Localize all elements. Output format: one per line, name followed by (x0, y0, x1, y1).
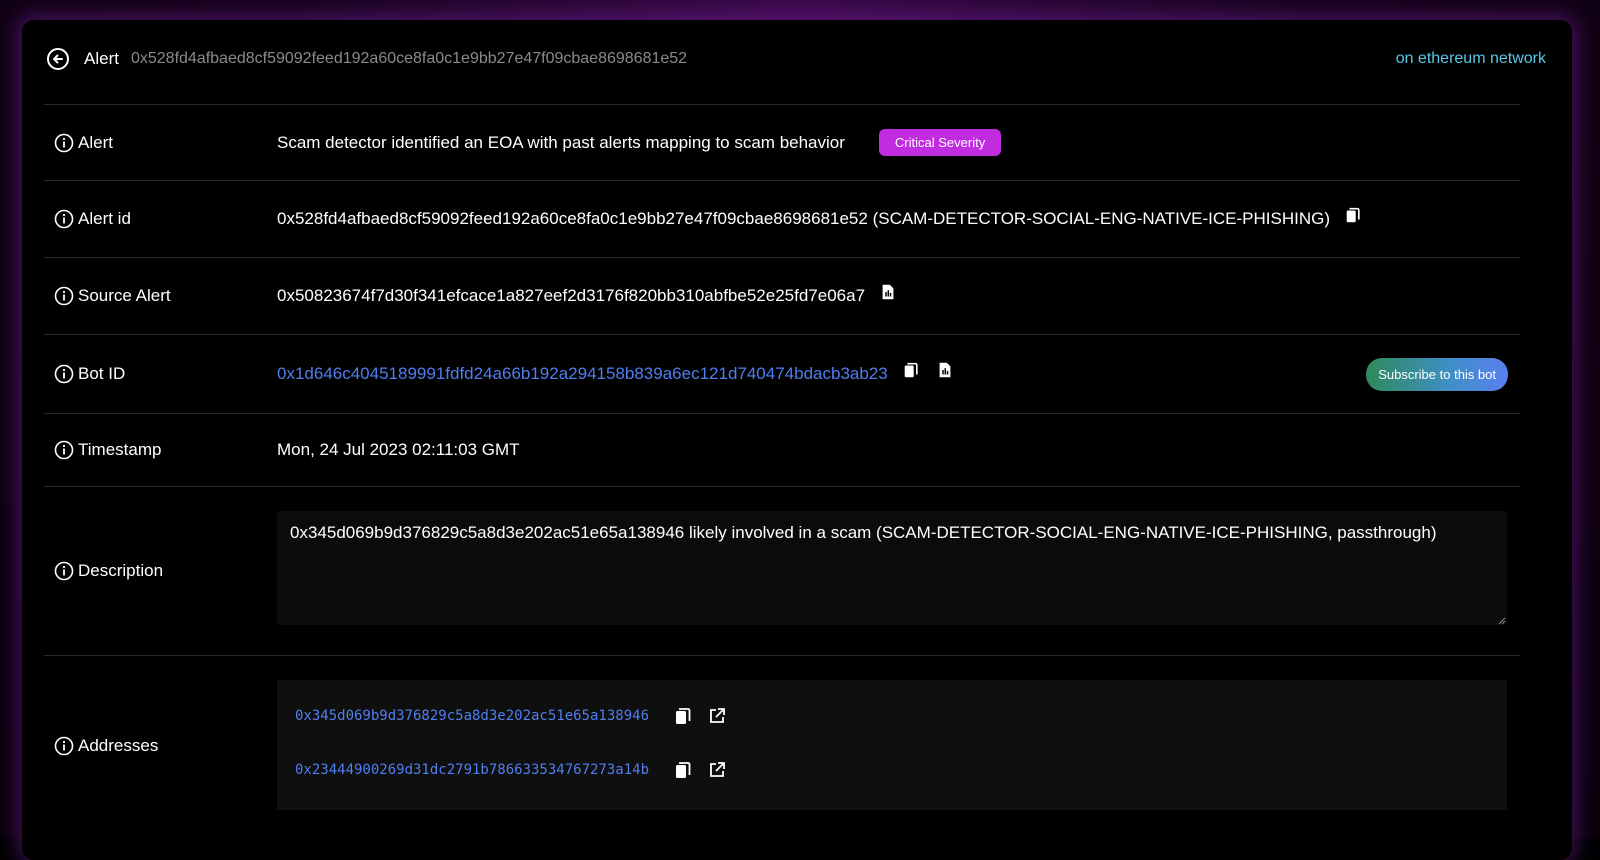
header-title: Alert (84, 49, 119, 68)
info-icon (54, 736, 74, 756)
source-alert-value: 0x50823674f7d30f341efcace1a827eef2d3176f… (277, 286, 866, 305)
row-value-alert: Scam detector identified an EOA with pas… (277, 129, 1002, 156)
description-textarea[interactable]: 0x345d069b9d376829c5a8d3e202ac51e65a1389… (277, 511, 1507, 625)
label-text: Description (78, 561, 164, 580)
info-icon (54, 440, 74, 460)
alert-details-table: Alert Scam detector identified an EOA wi… (44, 104, 1520, 846)
info-icon (54, 133, 74, 152)
alert-id-value: 0x528fd4afbaed8cf59092feed192a60ce8fa0c1… (277, 209, 1331, 228)
row-description: Description 0x345d069b9d376829c5a8d3e202… (44, 486, 1520, 655)
info-icon (54, 561, 74, 581)
copy-icon[interactable] (902, 361, 920, 379)
info-icon (54, 209, 74, 229)
label-text: Addresses (78, 736, 159, 755)
row-addresses: Addresses 0x345d069b9d376829c5a8d3e202ac… (44, 655, 1520, 846)
label-text: Source Alert (78, 286, 171, 305)
header-alert-hash: 0x528fd4afbaed8cf59092feed192a60ce8fa0c1… (130, 50, 688, 67)
list-item: 0x345d069b9d376829c5a8d3e202ac51e65a1389… (295, 706, 727, 726)
row-alert: Alert Scam detector identified an EOA wi… (44, 104, 1520, 180)
subscribe-button[interactable]: Subscribe to this bot (1366, 357, 1508, 391)
alert-name: Scam detector identified an EOA with pas… (277, 132, 845, 152)
external-link-icon[interactable] (707, 760, 727, 780)
timestamp-value: Mon, 24 Jul 2023 02:11:03 GMT (277, 440, 520, 459)
address-link[interactable]: 0x345d069b9d376829c5a8d3e202ac51e65a1389… (295, 708, 649, 724)
address-link[interactable]: 0x23444900269d31dc2791b786633534767273a1… (295, 762, 649, 778)
row-label-description: Description (54, 561, 163, 581)
row-value-alert-id: 0x528fd4afbaed8cf59092feed192a60ce8fa0c1… (277, 206, 1362, 229)
back-arrow-icon[interactable] (46, 47, 70, 71)
row-value-bot-id: 0x1d646c4045189991fdfd24a66b192a294158b8… (277, 361, 954, 384)
row-bot-id: Bot ID 0x1d646c4045189991fdfd24a66b192a2… (44, 334, 1520, 413)
report-icon[interactable] (879, 283, 897, 301)
label-text: Bot ID (78, 364, 126, 383)
label-text: Alert (78, 132, 113, 152)
network-label: on ethereum network (1395, 50, 1546, 67)
external-link-icon[interactable] (707, 706, 727, 726)
row-label-bot-id: Bot ID (54, 364, 125, 384)
resize-grip-icon[interactable] (1496, 615, 1506, 625)
report-icon[interactable] (936, 361, 954, 379)
copy-icon[interactable] (673, 760, 693, 780)
row-value-source-alert: 0x50823674f7d30f341efcace1a827eef2d3176f… (277, 283, 897, 306)
row-label-timestamp: Timestamp (54, 440, 161, 460)
copy-icon[interactable] (1344, 206, 1362, 224)
row-source-alert: Source Alert 0x50823674f7d30f341efcace1a… (44, 257, 1520, 334)
copy-icon[interactable] (673, 706, 693, 726)
severity-badge: Critical Severity (878, 129, 1002, 156)
addresses-list: 0x345d069b9d376829c5a8d3e202ac51e65a1389… (277, 680, 1507, 810)
bot-id-link[interactable]: 0x1d646c4045189991fdfd24a66b192a294158b8… (277, 364, 888, 384)
row-label-alert-id: Alert id (54, 209, 131, 229)
alert-header: Alert 0x528fd4afbaed8cf59092feed192a60ce… (46, 44, 1546, 74)
row-label-addresses: Addresses (54, 736, 158, 756)
list-item: 0x23444900269d31dc2791b786633534767273a1… (295, 760, 727, 780)
info-icon (54, 364, 74, 384)
row-label-source-alert: Source Alert (54, 286, 171, 306)
row-value-timestamp: Mon, 24 Jul 2023 02:11:03 GMT (277, 440, 520, 460)
alert-card: Alert 0x528fd4afbaed8cf59092feed192a60ce… (22, 20, 1572, 860)
row-alert-id: Alert id 0x528fd4afbaed8cf59092feed192a6… (44, 180, 1520, 257)
label-text: Timestamp (78, 440, 162, 459)
info-icon (54, 286, 74, 306)
row-timestamp: Timestamp Mon, 24 Jul 2023 02:11:03 GMT (44, 413, 1520, 486)
label-text: Alert id (78, 209, 131, 228)
row-label-alert: Alert (54, 133, 113, 153)
